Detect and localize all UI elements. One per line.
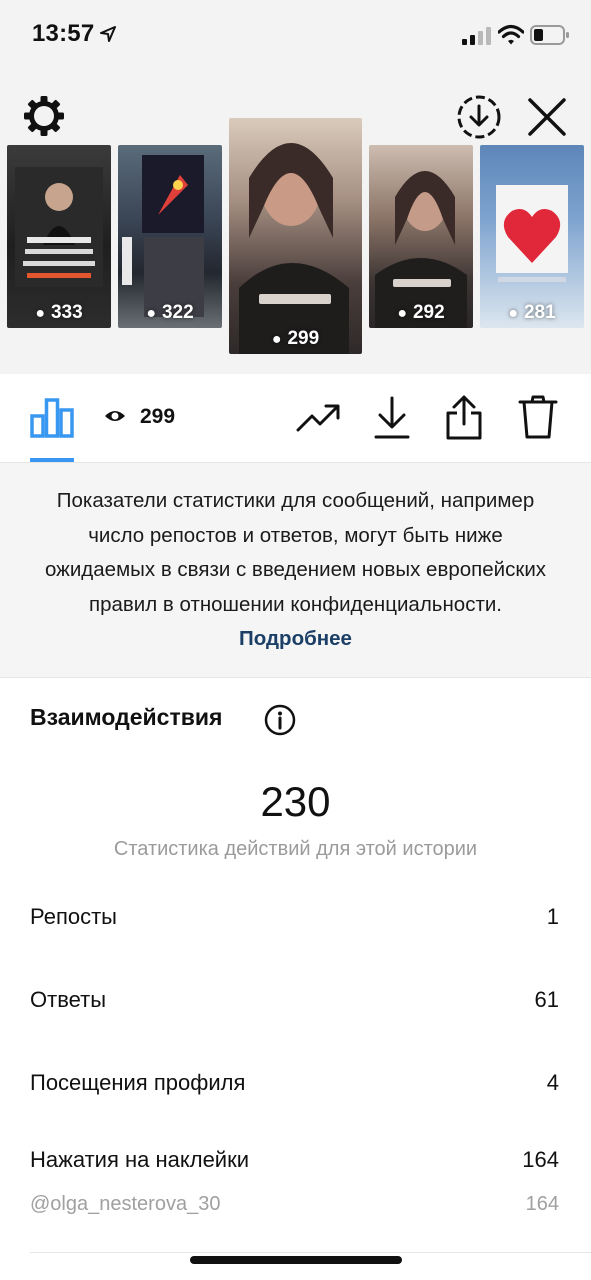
stat-value-profile-visits: 4 bbox=[546, 1070, 559, 1095]
story-preview-image bbox=[496, 185, 568, 282]
gear-icon[interactable] bbox=[22, 94, 66, 138]
story-preview-image bbox=[15, 167, 103, 287]
story-preview-image bbox=[122, 155, 204, 317]
learn-more-link[interactable]: Подробнее bbox=[239, 627, 352, 650]
eye-icon: ● bbox=[146, 305, 156, 322]
active-tab-indicator bbox=[30, 458, 74, 462]
story-thumbnail[interactable]: ● 322 bbox=[118, 145, 222, 328]
story-view-count: ● 322 bbox=[146, 302, 194, 323]
privacy-notice-text: Показатели статистики для сообщений, нап… bbox=[40, 484, 551, 657]
stat-label-replies: Ответы bbox=[30, 987, 107, 1012]
stat-label-reposts: Репосты bbox=[30, 904, 117, 929]
location-arrow-icon bbox=[100, 26, 116, 42]
story-thumbnail-selected[interactable]: ● 299 bbox=[229, 118, 362, 354]
story-views-count: 299 bbox=[140, 405, 176, 428]
stat-value-sticker-taps: 164 bbox=[522, 1147, 559, 1172]
battery-icon bbox=[530, 25, 569, 45]
trash-icon[interactable] bbox=[518, 394, 558, 440]
cellular-signal-icon bbox=[462, 27, 491, 45]
sticker-mention-label: @olga_nesterova_30 bbox=[30, 1193, 221, 1215]
stat-value-replies: 61 bbox=[534, 987, 559, 1012]
download-circle-icon[interactable] bbox=[456, 94, 502, 140]
close-icon[interactable] bbox=[526, 96, 568, 138]
story-preview-image bbox=[239, 143, 349, 354]
stat-value-reposts: 1 bbox=[546, 904, 559, 929]
divider bbox=[30, 1252, 591, 1253]
stat-label-sticker-taps: Нажатия на наклейки bbox=[30, 1147, 250, 1172]
privacy-notice-body: Показатели статистики для сообщений, нап… bbox=[44, 489, 547, 616]
download-icon[interactable] bbox=[372, 396, 412, 440]
share-icon[interactable] bbox=[444, 394, 484, 440]
wifi-icon bbox=[498, 24, 524, 45]
story-thumbnail[interactable]: ● 281 bbox=[480, 145, 584, 328]
selected-story-pointer bbox=[284, 354, 316, 370]
sticker-mention-value: 164 bbox=[525, 1193, 559, 1215]
trending-up-icon[interactable] bbox=[296, 400, 340, 436]
home-indicator[interactable] bbox=[190, 1256, 402, 1264]
interactions-total: 230 bbox=[260, 778, 331, 825]
eye-icon: ● bbox=[397, 305, 407, 322]
eye-icon bbox=[105, 411, 125, 421]
interactions-caption: Статистика действий для этой истории bbox=[113, 838, 478, 860]
story-view-count: ● 299 bbox=[271, 328, 320, 349]
info-icon[interactable] bbox=[264, 704, 296, 736]
eye-icon: ● bbox=[271, 331, 282, 348]
eye-icon: ● bbox=[508, 305, 518, 322]
story-view-count: ● 292 bbox=[397, 302, 445, 323]
interactions-heading: Взаимодействия bbox=[30, 704, 223, 730]
eye-icon: ● bbox=[35, 305, 45, 322]
story-thumbnail[interactable]: ● 292 bbox=[369, 145, 473, 328]
bar-chart-icon[interactable] bbox=[30, 396, 74, 438]
stat-label-profile-visits: Посещения профиля bbox=[30, 1070, 246, 1095]
story-view-count: ● 333 bbox=[35, 302, 83, 323]
story-view-count: ● 281 bbox=[508, 302, 556, 323]
story-thumbnail[interactable]: ● 333 bbox=[7, 145, 111, 328]
story-preview-image bbox=[375, 171, 467, 328]
status-time: 13:57 bbox=[32, 20, 95, 47]
